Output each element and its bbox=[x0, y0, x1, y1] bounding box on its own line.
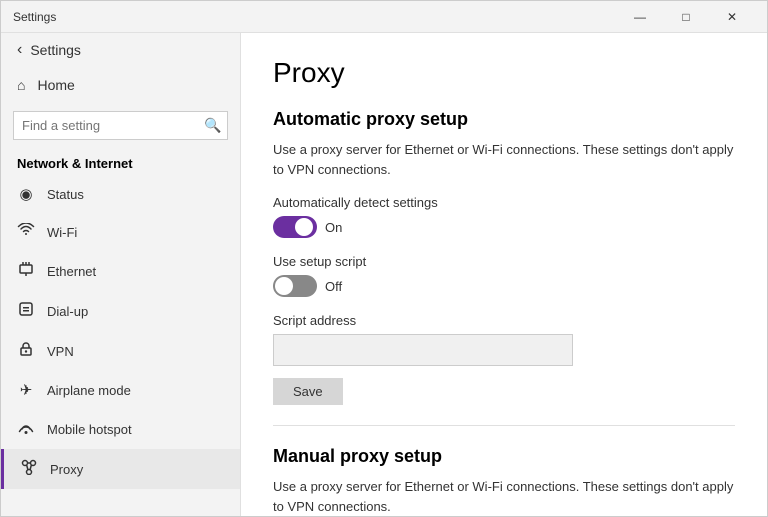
sidebar-item-ethernet[interactable]: Ethernet bbox=[1, 251, 240, 291]
home-icon: ⌂ bbox=[17, 77, 25, 93]
save-button[interactable]: Save bbox=[273, 378, 343, 405]
page-title: Proxy bbox=[273, 57, 735, 89]
hotspot-icon bbox=[17, 419, 35, 439]
sidebar-item-label: Dial-up bbox=[47, 304, 88, 319]
sidebar-item-wifi[interactable]: Wi-Fi bbox=[1, 213, 240, 251]
script-toggle-wrapper: Off bbox=[273, 275, 735, 297]
ethernet-icon bbox=[17, 261, 35, 281]
sidebar-item-dialup[interactable]: Dial-up bbox=[1, 291, 240, 331]
script-toggle-text: Off bbox=[325, 279, 342, 294]
manual-section-title: Manual proxy setup bbox=[273, 446, 735, 467]
detect-toggle-wrapper: On bbox=[273, 216, 735, 238]
sidebar-item-proxy[interactable]: Proxy bbox=[1, 449, 240, 489]
manual-section-desc: Use a proxy server for Ethernet or Wi-Fi… bbox=[273, 477, 735, 516]
detect-toggle[interactable] bbox=[273, 216, 317, 238]
maximize-button[interactable]: □ bbox=[663, 1, 709, 33]
script-toggle[interactable] bbox=[273, 275, 317, 297]
sidebar-item-label: Ethernet bbox=[47, 264, 96, 279]
home-label: Home bbox=[37, 77, 74, 93]
sidebar-item-label: Wi-Fi bbox=[47, 225, 77, 240]
titlebar: Settings — □ ✕ bbox=[1, 1, 767, 33]
back-arrow-icon: ‹ bbox=[17, 41, 22, 59]
script-address-input[interactable] bbox=[273, 334, 573, 366]
sidebar-item-airplane[interactable]: ✈ Airplane mode bbox=[1, 371, 240, 409]
sidebar-back-button[interactable]: ‹ Settings bbox=[1, 33, 240, 67]
minimize-button[interactable]: — bbox=[617, 1, 663, 33]
sidebar-item-status[interactable]: ◉ Status bbox=[1, 175, 240, 213]
sidebar-item-label: Status bbox=[47, 187, 84, 202]
script-address-label: Script address bbox=[273, 313, 735, 328]
automatic-section-desc: Use a proxy server for Ethernet or Wi-Fi… bbox=[273, 140, 735, 179]
sidebar-item-label: Proxy bbox=[50, 462, 83, 477]
script-label: Use setup script bbox=[273, 254, 735, 269]
sidebar-item-label: Airplane mode bbox=[47, 383, 131, 398]
titlebar-title: Settings bbox=[13, 10, 617, 24]
sidebar-item-home[interactable]: ⌂ Home bbox=[1, 67, 240, 103]
detect-label: Automatically detect settings bbox=[273, 195, 735, 210]
detect-settings-row: Automatically detect settings On bbox=[273, 195, 735, 238]
detect-toggle-text: On bbox=[325, 220, 342, 235]
airplane-icon: ✈ bbox=[17, 381, 35, 399]
sidebar-item-hotspot[interactable]: Mobile hotspot bbox=[1, 409, 240, 449]
back-label: Settings bbox=[30, 42, 81, 58]
sidebar-item-vpn[interactable]: VPN bbox=[1, 331, 240, 371]
search-icon: 🔍 bbox=[204, 117, 221, 134]
search-box[interactable]: 🔍 bbox=[13, 111, 228, 140]
setup-script-row: Use setup script Off bbox=[273, 254, 735, 297]
script-address-row: Script address Save bbox=[273, 313, 735, 405]
vpn-icon bbox=[17, 341, 35, 361]
section-divider bbox=[273, 425, 735, 426]
detect-toggle-knob bbox=[295, 218, 313, 236]
titlebar-controls: — □ ✕ bbox=[617, 1, 755, 33]
status-icon: ◉ bbox=[17, 185, 35, 203]
sidebar-item-label: VPN bbox=[47, 344, 74, 359]
main-content: Proxy Automatic proxy setup Use a proxy … bbox=[241, 33, 767, 516]
wifi-icon bbox=[17, 223, 35, 241]
search-input[interactable] bbox=[22, 118, 198, 133]
dialup-icon bbox=[17, 301, 35, 321]
sidebar-section-title: Network & Internet bbox=[1, 148, 240, 175]
proxy-icon bbox=[20, 459, 38, 479]
close-button[interactable]: ✕ bbox=[709, 1, 755, 33]
automatic-section-title: Automatic proxy setup bbox=[273, 109, 735, 130]
script-toggle-knob bbox=[275, 277, 293, 295]
sidebar-item-label: Mobile hotspot bbox=[47, 422, 132, 437]
sidebar: ‹ Settings ⌂ Home 🔍 Network & Internet ◉… bbox=[1, 33, 241, 516]
